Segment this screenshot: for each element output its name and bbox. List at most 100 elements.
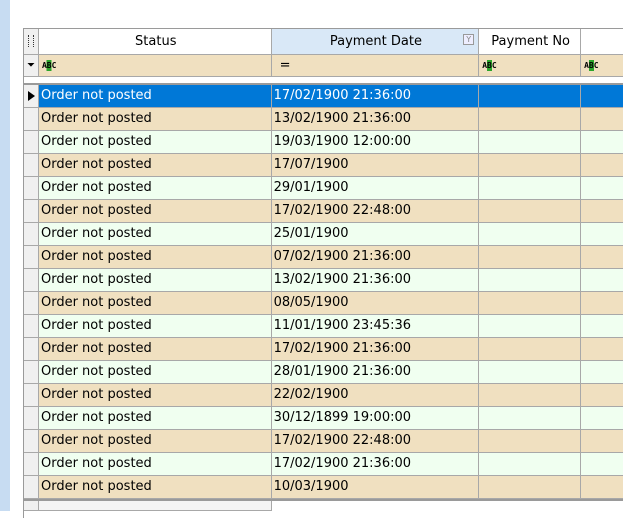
cell-payment-date[interactable]: 13/02/1900 21:36:00 [271, 108, 480, 131]
table-row[interactable]: Order not posted 17/02/1900 22:48:00 [24, 200, 623, 223]
cell-extra[interactable] [581, 292, 623, 315]
row-indicator[interactable] [24, 154, 39, 177]
table-row[interactable]: Order not posted 13/02/1900 21:36:00 [24, 108, 623, 131]
cell-payment-no[interactable] [479, 315, 582, 338]
cell-extra[interactable] [581, 384, 623, 407]
cell-payment-no[interactable] [479, 338, 582, 361]
cell-extra[interactable] [581, 338, 623, 361]
cell-extra[interactable] [581, 407, 623, 430]
row-indicator[interactable] [24, 453, 39, 476]
table-row[interactable]: Order not posted 13/02/1900 21:36:00 [24, 269, 623, 292]
filter-extra[interactable]: ABC [581, 55, 623, 77]
cell-payment-date[interactable]: 25/01/1900 [271, 223, 480, 246]
cell-status[interactable]: Order not posted [38, 476, 272, 499]
table-row[interactable]: Order not posted 17/02/1900 21:36:00 [24, 453, 623, 476]
cell-extra[interactable] [581, 177, 623, 200]
row-indicator[interactable] [24, 407, 39, 430]
cell-payment-date[interactable]: 17/07/1900 [271, 154, 480, 177]
filter-payment-date[interactable]: = [271, 55, 480, 77]
row-indicator[interactable] [24, 200, 39, 223]
cell-status[interactable]: Order not posted [38, 453, 272, 476]
table-row[interactable]: Order not posted 17/02/1900 21:36:00 [24, 338, 623, 361]
cell-payment-date[interactable]: 30/12/1899 19:00:00 [271, 407, 480, 430]
cell-extra[interactable] [581, 315, 623, 338]
table-row[interactable]: Order not posted 07/02/1900 21:36:00 [24, 246, 623, 269]
cell-extra[interactable] [581, 200, 623, 223]
table-row[interactable]: Order not posted 25/01/1900 [24, 223, 623, 246]
table-row[interactable]: Order not posted 11/01/1900 23:45:36 [24, 315, 623, 338]
cell-extra[interactable] [581, 131, 623, 154]
table-row[interactable]: Order not posted 17/02/1900 22:48:00 [24, 430, 623, 453]
column-header-payment-date[interactable]: Payment Date Y [271, 29, 480, 55]
cell-payment-no[interactable] [479, 453, 582, 476]
cell-payment-date[interactable]: 11/01/1900 23:45:36 [271, 315, 480, 338]
row-indicator[interactable] [24, 269, 39, 292]
cell-payment-date[interactable]: 07/02/1900 21:36:00 [271, 246, 480, 269]
cell-extra[interactable] [581, 476, 623, 499]
cell-payment-date[interactable]: 28/01/1900 21:36:00 [271, 361, 480, 384]
row-indicator[interactable] [24, 177, 39, 200]
cell-status[interactable]: Order not posted [38, 361, 272, 384]
cell-payment-no[interactable] [479, 223, 582, 246]
row-indicator[interactable] [24, 85, 39, 108]
filter-payment-no[interactable]: ABC [479, 55, 582, 77]
cell-payment-date[interactable]: 17/02/1900 21:36:00 [271, 453, 480, 476]
row-indicator[interactable] [24, 384, 39, 407]
row-indicator[interactable] [24, 223, 39, 246]
cell-status[interactable]: Order not posted [38, 292, 272, 315]
cell-payment-date[interactable]: 17/02/1900 22:48:00 [271, 430, 480, 453]
filter-status[interactable]: ABC [38, 55, 272, 77]
cell-status[interactable]: Order not posted [38, 315, 272, 338]
cell-payment-no[interactable] [479, 476, 582, 499]
row-indicator[interactable] [24, 131, 39, 154]
cell-payment-date[interactable]: 13/02/1900 21:36:00 [271, 269, 480, 292]
cell-extra[interactable] [581, 453, 623, 476]
cell-status[interactable]: Order not posted [38, 131, 272, 154]
cell-status[interactable]: Order not posted [38, 223, 272, 246]
cell-extra[interactable] [581, 361, 623, 384]
cell-payment-no[interactable] [479, 292, 582, 315]
cell-status[interactable]: Order not posted [38, 384, 272, 407]
table-row[interactable]: Order not posted 08/05/1900 [24, 292, 623, 315]
row-indicator[interactable] [24, 315, 39, 338]
row-indicator[interactable] [24, 338, 39, 361]
cell-status[interactable]: Order not posted [38, 177, 272, 200]
cell-payment-no[interactable] [479, 85, 582, 108]
cell-payment-no[interactable] [479, 108, 582, 131]
cell-status[interactable]: Order not posted [38, 246, 272, 269]
cell-payment-no[interactable] [479, 131, 582, 154]
cell-status[interactable]: Order not posted [38, 85, 272, 108]
cell-status[interactable]: Order not posted [38, 430, 272, 453]
cell-status[interactable]: Order not posted [38, 407, 272, 430]
cell-payment-date[interactable]: 10/03/1900 [271, 476, 480, 499]
column-header-extra[interactable] [581, 29, 623, 55]
cell-extra[interactable] [581, 430, 623, 453]
cell-extra[interactable] [581, 85, 623, 108]
table-row[interactable]: Order not posted 22/02/1900 [24, 384, 623, 407]
cell-payment-no[interactable] [479, 246, 582, 269]
cell-status[interactable]: Order not posted [38, 108, 272, 131]
cell-payment-no[interactable] [479, 384, 582, 407]
cell-status[interactable]: Order not posted [38, 154, 272, 177]
column-header-payment-no[interactable]: Payment No [479, 29, 582, 55]
cell-payment-date[interactable]: 29/01/1900 [271, 177, 480, 200]
cell-extra[interactable] [581, 246, 623, 269]
cell-payment-date[interactable]: 22/02/1900 [271, 384, 480, 407]
cell-payment-date[interactable]: 17/02/1900 21:36:00 [271, 338, 480, 361]
cell-payment-no[interactable] [479, 361, 582, 384]
cell-payment-no[interactable] [479, 177, 582, 200]
row-indicator[interactable] [24, 108, 39, 131]
table-row[interactable]: Order not posted 29/01/1900 [24, 177, 623, 200]
cell-payment-no[interactable] [479, 407, 582, 430]
table-row[interactable]: Order not posted 19/03/1900 12:00:00 [24, 131, 623, 154]
cell-status[interactable]: Order not posted [38, 200, 272, 223]
table-row[interactable]: Order not posted 17/07/1900 [24, 154, 623, 177]
cell-payment-date[interactable]: 08/05/1900 [271, 292, 480, 315]
cell-extra[interactable] [581, 154, 623, 177]
cell-status[interactable]: Order not posted [38, 269, 272, 292]
cell-payment-date[interactable]: 19/03/1900 12:00:00 [271, 131, 480, 154]
cell-payment-date[interactable]: 17/02/1900 21:36:00 [271, 85, 480, 108]
filter-icon[interactable]: Y [463, 34, 475, 45]
column-header-status[interactable]: Status [38, 29, 272, 55]
row-indicator[interactable] [24, 430, 39, 453]
